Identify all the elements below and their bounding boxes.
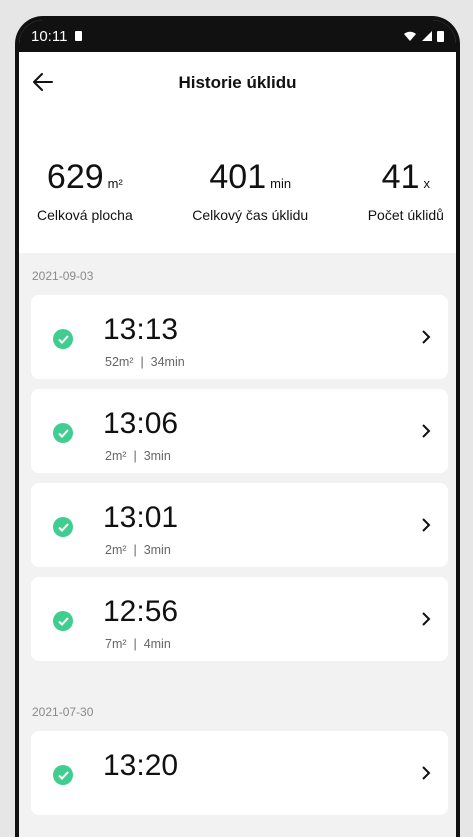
item-time: 13:20 [103, 749, 179, 782]
item-duration: 3min [143, 449, 171, 463]
history-list: 2021-09-03 13:13 52m² | 34min 13:06 2m² … [19, 253, 456, 815]
stat-label: Celková plocha [37, 207, 133, 223]
check-icon [53, 765, 73, 785]
item-duration: 34min [150, 355, 185, 369]
header: Historie úklidu [19, 52, 456, 114]
item-separator: | [140, 355, 144, 369]
item-meta: 7m² | 4min [105, 637, 171, 651]
stat-value: 401 [209, 158, 267, 196]
wifi-icon [404, 31, 416, 41]
item-meta: 2m² | 3min [105, 449, 171, 463]
item-area: 2m² [105, 543, 127, 557]
page-title: Historie úklidu [178, 73, 297, 92]
item-separator: | [133, 637, 137, 651]
status-time: 10:11 [31, 27, 68, 45]
check-icon [53, 517, 73, 537]
stat-total-area: 629 m² Celková plocha [37, 158, 133, 223]
check-icon [53, 329, 73, 349]
stat-unit: min [270, 176, 292, 191]
item-area: 2m² [105, 449, 127, 463]
phone-frame: 10:11 Historie úklidu 629 m² Celková plo… [15, 16, 460, 837]
date-header: 2021-07-30 [32, 705, 94, 719]
stat-total-time: 401 min Celkový čas úklidu [192, 158, 308, 223]
stat-unit: x [423, 176, 431, 191]
item-area: 7m² [105, 637, 127, 651]
stats-summary: 629 m² Celková plocha 401 min Celkový ča… [19, 114, 456, 253]
back-arrow-icon [33, 73, 53, 91]
sim-icon [75, 31, 83, 41]
item-meta: 2m² | 3min [105, 543, 171, 557]
item-meta: 52m² | 34min [105, 355, 185, 369]
history-item[interactable]: 13:13 52m² | 34min [31, 295, 448, 379]
chevron-right-icon [422, 612, 431, 626]
top-section: Historie úklidu 629 m² Celková plocha 40… [19, 52, 456, 253]
history-item[interactable]: 13:01 2m² | 3min [31, 483, 448, 567]
item-area: 52m² [105, 355, 134, 369]
item-time: 13:01 [103, 501, 179, 534]
item-time: 13:13 [103, 313, 179, 346]
item-separator: | [133, 543, 137, 557]
battery-icon [437, 31, 444, 42]
history-item[interactable]: 13:06 2m² | 3min [31, 389, 448, 473]
item-time: 13:06 [103, 407, 179, 440]
stat-label: Celkový čas úklidu [192, 207, 309, 223]
stat-label: Počet úklidů [367, 207, 444, 223]
check-icon [53, 611, 73, 631]
chevron-right-icon [422, 424, 431, 438]
item-separator: | [133, 449, 137, 463]
date-header: 2021-09-03 [32, 269, 94, 283]
stat-value: 41 [381, 158, 420, 196]
chevron-right-icon [422, 766, 431, 780]
item-duration: 3min [143, 543, 171, 557]
stat-unit: m² [107, 176, 123, 191]
stat-clean-count: 41 x Počet úklidů [368, 158, 444, 223]
history-item[interactable]: 13:20 [31, 731, 448, 815]
item-time: 12:56 [103, 595, 179, 628]
history-item[interactable]: 12:56 7m² | 4min [31, 577, 448, 661]
chevron-right-icon [422, 330, 431, 344]
status-bar: 10:11 [19, 20, 456, 52]
screen: 10:11 Historie úklidu 629 m² Celková plo… [19, 20, 456, 837]
back-button[interactable] [29, 68, 57, 96]
signal-icon [422, 31, 432, 41]
item-duration: 4min [143, 637, 171, 651]
check-icon [53, 423, 73, 443]
stat-value: 629 [46, 158, 104, 196]
chevron-right-icon [422, 518, 431, 532]
